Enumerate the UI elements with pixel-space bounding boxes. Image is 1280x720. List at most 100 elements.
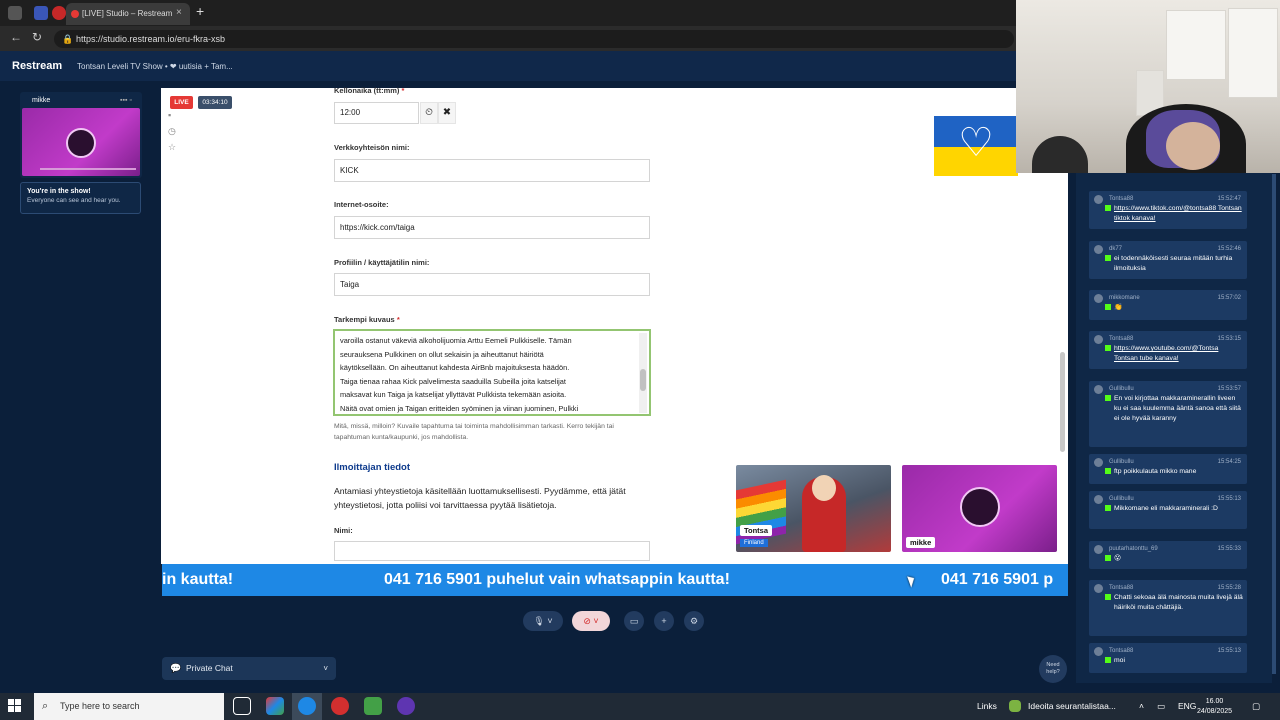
opera-browser-icon[interactable] [331, 697, 349, 715]
window-menu-icon[interactable] [8, 6, 22, 20]
avatar [1094, 385, 1103, 394]
kick-icon [1105, 657, 1111, 663]
textarea-scroll-thumb[interactable] [640, 369, 646, 391]
screen-share-button[interactable]: ▭ [624, 611, 644, 631]
name-input[interactable] [334, 541, 650, 561]
profile-icon[interactable] [34, 6, 48, 20]
need-help-button[interactable]: Need help? [1039, 655, 1067, 683]
audio-level-bar [40, 168, 136, 170]
streamer-webcam [1016, 0, 1280, 173]
profile-label: Profiilin / käyttäjätilin nimi: [334, 258, 430, 267]
tray-chevron-icon[interactable]: ˄ [1139, 693, 1144, 720]
kick-icon [1105, 468, 1111, 474]
tab-close-icon[interactable]: × [176, 7, 182, 18]
colorful-app-icon[interactable] [266, 697, 284, 715]
chat-message: Gullibullu 15:54:25 ftp poikkulauta mikko … [1089, 454, 1247, 484]
stream-timer: 03:34:10 [198, 96, 232, 109]
record-tab-icon[interactable] [52, 6, 66, 20]
chat-message: mikkomane 15:57:02 👏 [1089, 290, 1247, 320]
reload-button[interactable]: ↻ [32, 30, 42, 44]
private-chat-toggle[interactable]: 💬 Private Chat ˅ [162, 657, 336, 680]
desc-line: varoilla ostanut väkeviä alkoholijuomia … [340, 336, 572, 345]
kick-icon [1105, 255, 1111, 261]
community-input[interactable]: KICK [334, 159, 650, 182]
profile-input[interactable]: Taiga [334, 273, 650, 296]
desc-line: käytöksellään. On aiheuttanut kahdesta A… [340, 363, 570, 373]
network-icon[interactable]: ▭ [1157, 693, 1165, 720]
chat-message: Tontsa88 15:55:28 Chatti sekoaa älä mainos… [1089, 580, 1247, 636]
browser-tab-active[interactable]: [LIVE] Studio – Restream [66, 3, 190, 25]
brand-logo: Restream [12, 60, 63, 72]
notification-text[interactable]: Ideoita seurantalistaa... [1028, 693, 1116, 720]
guest-tile-mikke[interactable]: mikke [902, 465, 1057, 552]
show-title[interactable]: Tontsan Leveli TV Show • ❤ uutisia + Tam… [77, 62, 233, 71]
avatar [1094, 584, 1103, 593]
community-label: Verkkoyhteisön nimi: [334, 143, 410, 152]
ticker-text: 041 716 5901 p [941, 571, 1054, 588]
green-app-icon[interactable] [364, 697, 382, 715]
links-toolbar[interactable]: Links [977, 693, 997, 720]
taskbar-clock[interactable]: 16.00 24/08/2025 [1197, 697, 1232, 717]
obs-icon[interactable] [397, 697, 415, 715]
lock-icon: 🔒 [62, 34, 74, 44]
notice-title: You're in the show! [27, 188, 91, 195]
tab-title: [LIVE] Studio – Restream [82, 9, 173, 18]
url-input[interactable]: https://kick.com/taiga [334, 216, 650, 239]
in-show-notice: You're in the show! Everyone can see and… [20, 182, 141, 214]
notification-center-icon[interactable]: ▢ [1252, 693, 1260, 720]
chat-icon: 💬 [170, 663, 182, 673]
stage-scrollbar[interactable] [1060, 352, 1065, 452]
desc-line: seurauksena Pulkkinen on ollut sekaisin … [340, 349, 544, 359]
heart-icon: ♡ [958, 121, 994, 165]
chevron-down-icon: ˅ [323, 664, 328, 673]
ukraine-flag-overlay: ♡ [934, 116, 1018, 176]
microphone-button[interactable]: 🎙 ˅ [523, 611, 563, 631]
avatar [1094, 545, 1103, 554]
time-input[interactable]: 12:00 [334, 102, 419, 124]
search-icon: ⌕ [42, 700, 49, 712]
chat-message: Tontsa88 15:53:15 https://www.youtube.com/… [1089, 331, 1247, 369]
guest-head [812, 475, 836, 501]
self-name: mikke [32, 97, 51, 104]
chat-scrollbar[interactable] [1272, 174, 1276, 674]
avatar [1094, 647, 1103, 656]
language-indicator[interactable]: ENG [1178, 693, 1196, 720]
new-tab-button[interactable]: + [196, 3, 204, 19]
desc-line: maksavat kun Taiga ja katselijat yllyttä… [340, 390, 567, 400]
clear-time-button[interactable]: ✖ [438, 102, 456, 124]
section-text: Antamiasi yhteystietoja käsitellään luot… [334, 486, 626, 510]
back-button[interactable]: ← [10, 30, 22, 44]
live-badge: LIVE [170, 96, 193, 109]
time-label: Kellonaika (tt:mm) * [334, 86, 405, 95]
kick-icon [1105, 555, 1111, 561]
chair [1032, 136, 1088, 173]
private-chat-label: Private Chat [186, 663, 233, 673]
add-button[interactable]: + [654, 611, 674, 631]
star-icon: ☆ [168, 142, 177, 152]
kick-icon [1105, 395, 1111, 401]
description-label: Tarkempi kuvaus * [334, 315, 400, 324]
self-video [22, 108, 140, 176]
url-field[interactable]: 🔒 https://studio.restream.io/eru-fkra-xsb [54, 30, 1014, 48]
clock-icon[interactable]: ⏲ [420, 102, 438, 124]
description-textarea[interactable]: varoilla ostanut väkeviä alkoholijuomia … [333, 329, 651, 416]
notice-body: Everyone can see and hear you. [27, 197, 121, 204]
avatar [1094, 335, 1103, 344]
news-ticker: in kautta! 041 716 5901 puhelut vain wha… [162, 564, 1068, 596]
settings-button[interactable]: ⚙ [684, 611, 704, 631]
notification-app-icon [1009, 700, 1021, 712]
description-hint: Mitä, missä, milloin? Kuvaile tapahtuma … [334, 423, 614, 441]
taskbar-search-input[interactable]: ⌕ Type here to search [34, 693, 224, 720]
ticker-text: in kautta! [162, 571, 234, 588]
task-view-icon[interactable] [233, 697, 251, 715]
kick-icon [1105, 345, 1111, 351]
windows-taskbar: ⌕ Type here to search Links Ideoita seura… [0, 693, 1280, 720]
edge-browser-icon[interactable] [298, 697, 316, 715]
avatar [1094, 294, 1103, 303]
avatar [960, 487, 1000, 527]
windows-start-icon[interactable] [8, 699, 22, 713]
desc-line: Näitä ovat omien ja Taigan eritteiden sy… [340, 403, 579, 413]
kitchen-cabinet [1228, 8, 1278, 98]
section-title: Ilmoittajan tiedot [334, 462, 410, 473]
camera-off-button[interactable]: ⊘ ˅ [572, 611, 610, 631]
